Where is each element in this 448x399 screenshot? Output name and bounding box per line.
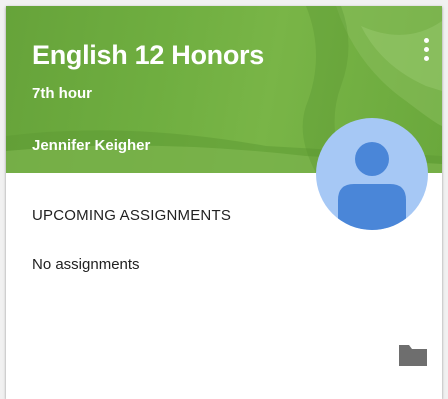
folder-icon[interactable] bbox=[396, 340, 430, 370]
teacher-avatar[interactable] bbox=[316, 118, 428, 230]
more-vert-icon[interactable] bbox=[416, 36, 436, 68]
no-assignments-text: No assignments bbox=[32, 256, 140, 273]
person-icon bbox=[338, 142, 406, 230]
class-title[interactable]: English 12 Honors bbox=[32, 40, 264, 71]
class-section: 7th hour bbox=[32, 85, 92, 102]
teacher-name: Jennifer Keigher bbox=[32, 137, 151, 154]
upcoming-assignments-heading: UPCOMING ASSIGNMENTS bbox=[32, 207, 232, 224]
class-card[interactable]: English 12 Honors 7th hour Jennifer Keig… bbox=[6, 6, 442, 399]
